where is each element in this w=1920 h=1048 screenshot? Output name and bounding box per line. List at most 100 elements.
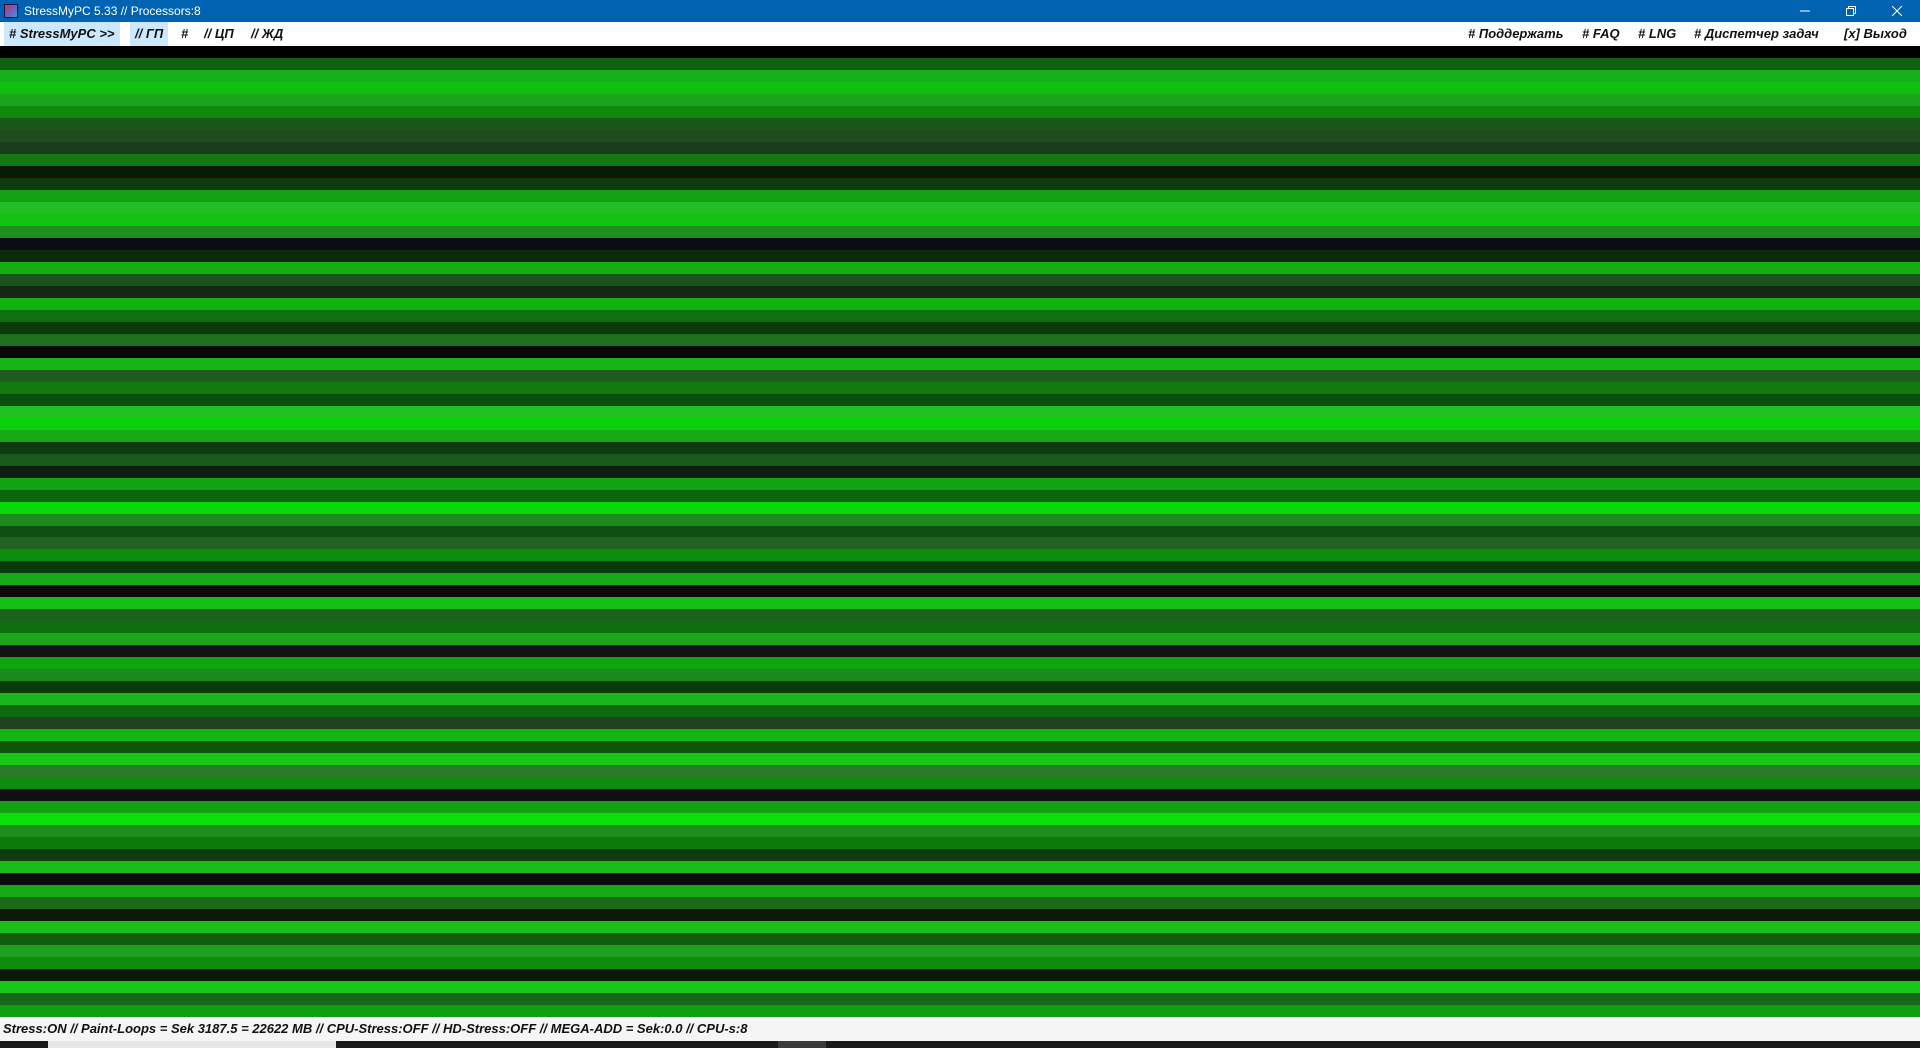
stress-stripe bbox=[0, 657, 1920, 669]
menu-bar: # StressMyPC >> // ГП # // ЦП // ЖД # По… bbox=[0, 22, 1920, 46]
stress-stripe bbox=[0, 561, 1920, 573]
status-text: Stress:ON // Paint-Loops = Sek 3187.5 = … bbox=[3, 1021, 748, 1036]
stress-stripe bbox=[0, 633, 1920, 645]
stress-stripe bbox=[0, 82, 1920, 94]
stress-stripe bbox=[0, 765, 1920, 777]
stress-stripe bbox=[0, 777, 1920, 789]
stress-stripe bbox=[0, 573, 1920, 585]
stress-stripe bbox=[0, 1005, 1920, 1017]
menu-stressmypc[interactable]: # StressMyPC >> bbox=[4, 22, 120, 46]
menu-gpu[interactable]: // ГП bbox=[130, 22, 169, 46]
stress-stripe bbox=[0, 825, 1920, 837]
title-bar[interactable]: StressMyPC 5.33 // Processors:8 bbox=[0, 0, 1920, 22]
close-button[interactable] bbox=[1874, 0, 1920, 22]
stress-stripe bbox=[0, 238, 1920, 250]
stress-stripe bbox=[0, 214, 1920, 226]
stress-stripe bbox=[0, 753, 1920, 765]
stress-stripe bbox=[0, 585, 1920, 597]
stress-stripe bbox=[0, 478, 1920, 490]
stress-stripe bbox=[0, 873, 1920, 885]
stress-stripe bbox=[0, 370, 1920, 382]
stress-stripe bbox=[0, 286, 1920, 298]
window-title: StressMyPC 5.33 // Processors:8 bbox=[24, 4, 201, 18]
stress-stripe bbox=[0, 322, 1920, 334]
stress-stripe bbox=[0, 118, 1920, 130]
stress-stripe bbox=[0, 58, 1920, 70]
menu-support[interactable]: # Поддержать bbox=[1463, 22, 1568, 46]
stress-stripe bbox=[0, 442, 1920, 454]
stress-stripe bbox=[0, 597, 1920, 609]
stress-stripe bbox=[0, 717, 1920, 729]
menu-hdd[interactable]: // ЖД bbox=[246, 22, 288, 46]
stress-stripe bbox=[0, 358, 1920, 370]
stress-stripe bbox=[0, 669, 1920, 681]
stress-stripe bbox=[0, 969, 1920, 981]
stress-stripe bbox=[0, 789, 1920, 801]
taskbar-app-button[interactable] bbox=[778, 1041, 826, 1048]
stress-stripe bbox=[0, 957, 1920, 969]
stress-stripe bbox=[0, 801, 1920, 813]
stress-stripe bbox=[0, 430, 1920, 442]
stress-stripe bbox=[0, 981, 1920, 993]
stress-stripe bbox=[0, 46, 1920, 58]
stress-stripe bbox=[0, 849, 1920, 861]
stress-stripe bbox=[0, 609, 1920, 621]
stress-stripe bbox=[0, 334, 1920, 346]
stress-stripe bbox=[0, 130, 1920, 142]
stress-stripe bbox=[0, 382, 1920, 394]
stress-stripe bbox=[0, 741, 1920, 753]
restore-icon bbox=[1846, 6, 1856, 16]
stress-stripe bbox=[0, 549, 1920, 561]
stress-stripe bbox=[0, 466, 1920, 478]
stress-stripe bbox=[0, 837, 1920, 849]
taskbar-search-box[interactable] bbox=[48, 1041, 336, 1048]
restore-button[interactable] bbox=[1828, 0, 1874, 22]
stress-stripe bbox=[0, 909, 1920, 921]
stress-stripe bbox=[0, 418, 1920, 430]
stress-stripe bbox=[0, 142, 1920, 154]
menu-task-manager[interactable]: # Диспетчер задач bbox=[1689, 22, 1824, 46]
menu-language[interactable]: # LNG bbox=[1633, 22, 1681, 46]
stress-stripe bbox=[0, 621, 1920, 633]
stress-stripe bbox=[0, 202, 1920, 214]
stress-stripe bbox=[0, 94, 1920, 106]
stress-stripe bbox=[0, 454, 1920, 466]
stress-stripe bbox=[0, 190, 1920, 202]
stress-stripe bbox=[0, 705, 1920, 717]
status-bar: Stress:ON // Paint-Loops = Sek 3187.5 = … bbox=[0, 1017, 1920, 1041]
stress-stripe bbox=[0, 693, 1920, 705]
stress-stripe bbox=[0, 178, 1920, 190]
stress-stripe bbox=[0, 921, 1920, 933]
stress-stripe bbox=[0, 394, 1920, 406]
stress-stripe bbox=[0, 933, 1920, 945]
stress-stripe bbox=[0, 406, 1920, 418]
menu-hash[interactable]: # bbox=[176, 22, 193, 46]
menu-exit[interactable]: [x] Выход bbox=[1839, 22, 1912, 46]
stress-stripe bbox=[0, 526, 1920, 537]
stress-stripe bbox=[0, 166, 1920, 178]
app-icon bbox=[4, 4, 18, 18]
stress-stripe bbox=[0, 502, 1920, 514]
close-icon bbox=[1892, 6, 1902, 16]
stress-stripe bbox=[0, 154, 1920, 166]
stress-stripe bbox=[0, 250, 1920, 262]
stress-stripe bbox=[0, 106, 1920, 118]
stress-stripe bbox=[0, 897, 1920, 909]
stress-stripe bbox=[0, 70, 1920, 82]
window-controls bbox=[1782, 0, 1920, 22]
stress-stripe bbox=[0, 514, 1920, 526]
stress-stripe bbox=[0, 274, 1920, 286]
stress-stripe bbox=[0, 945, 1920, 957]
stress-stripe bbox=[0, 262, 1920, 274]
stress-stripe bbox=[0, 681, 1920, 693]
stress-stripe bbox=[0, 226, 1920, 238]
stress-stripe bbox=[0, 993, 1920, 1005]
stress-stripe bbox=[0, 729, 1920, 741]
stress-stripe bbox=[0, 645, 1920, 657]
menu-faq[interactable]: # FAQ bbox=[1577, 22, 1625, 46]
stress-stripe bbox=[0, 861, 1920, 873]
stress-stripe bbox=[0, 537, 1920, 549]
menu-cpu[interactable]: // ЦП bbox=[199, 22, 239, 46]
stress-stripe bbox=[0, 490, 1920, 502]
minimize-button[interactable] bbox=[1782, 0, 1828, 22]
